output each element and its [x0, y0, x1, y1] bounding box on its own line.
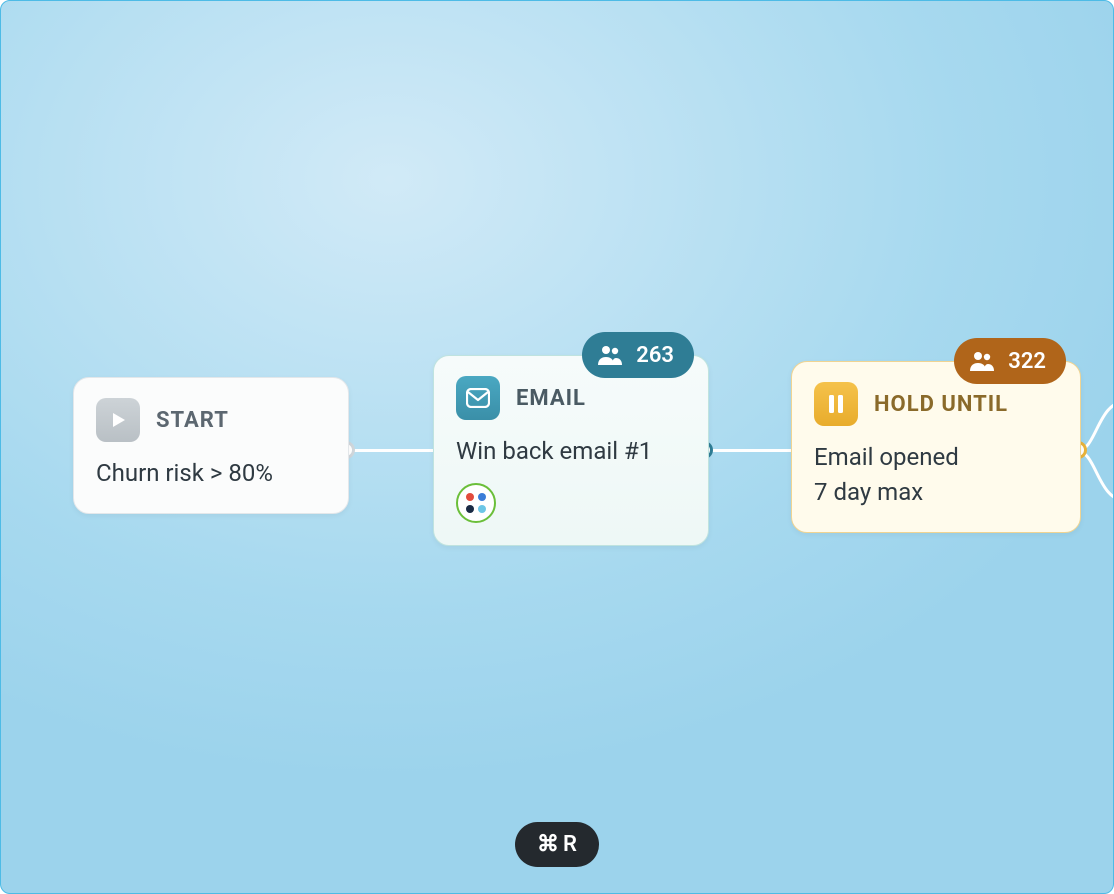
- shortcut-key: R: [563, 832, 577, 857]
- node-hold-line1: Email opened: [814, 440, 1058, 475]
- count-hold-value: 322: [1008, 349, 1046, 374]
- users-icon: [970, 351, 994, 371]
- node-email-description: Win back email #1: [456, 434, 686, 469]
- users-icon: [598, 345, 622, 365]
- node-start[interactable]: START Churn risk > 80%: [73, 377, 349, 514]
- workflow-canvas[interactable]: START Churn risk > 80% 263 EMAIL: [0, 0, 1114, 894]
- node-hold[interactable]: 322 HOLD UNTIL Email opened 7 day max: [791, 361, 1081, 533]
- count-pill-hold: 322: [954, 338, 1066, 384]
- integration-badge-icon: [456, 483, 496, 523]
- edge-start-to-email: [351, 449, 441, 452]
- node-email-title: EMAIL: [516, 386, 586, 411]
- node-start-title: START: [156, 408, 229, 433]
- node-start-description: Churn risk > 80%: [96, 456, 326, 491]
- node-hold-title: HOLD UNTIL: [874, 392, 1008, 417]
- count-email-value: 263: [636, 343, 674, 368]
- edge-email-to-hold: [709, 449, 797, 452]
- node-hold-line2: 7 day max: [814, 475, 1058, 510]
- node-email[interactable]: 263 EMAIL Win back email #1: [433, 355, 709, 546]
- email-icon: [456, 376, 500, 420]
- keyboard-shortcut-hint: ⌘R: [515, 822, 599, 867]
- play-icon: [96, 398, 140, 442]
- count-pill-email: 263: [582, 332, 694, 378]
- command-icon: ⌘: [537, 832, 559, 857]
- pause-icon: [814, 382, 858, 426]
